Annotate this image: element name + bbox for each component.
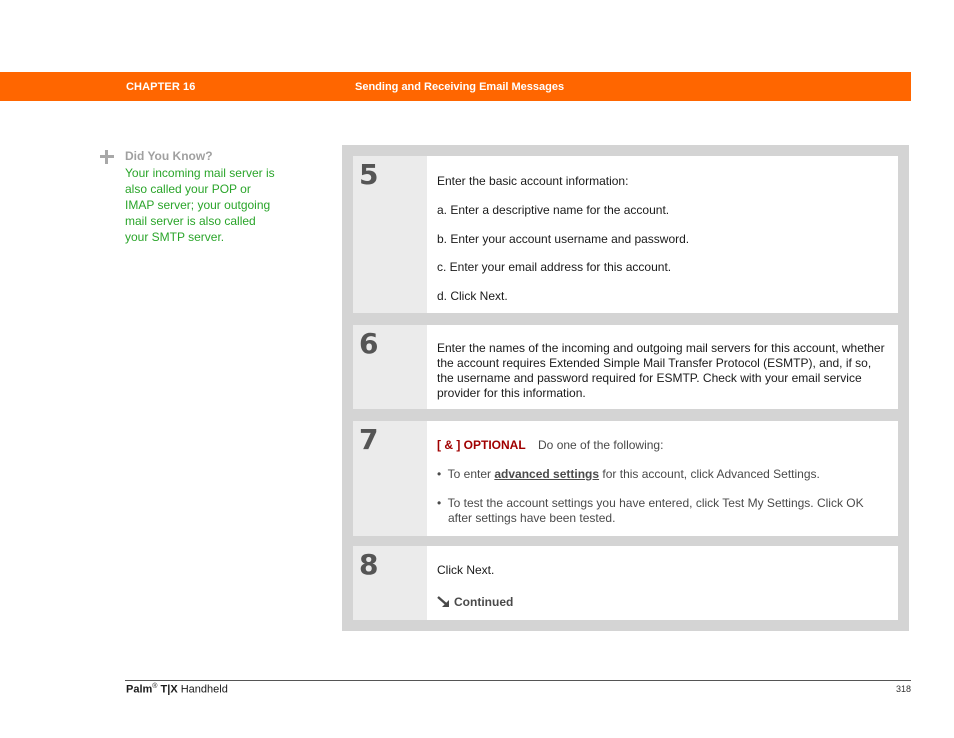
step-optional-line: [ & ] OPTIONAL Do one of the following: bbox=[437, 438, 888, 453]
model-name: T|X bbox=[160, 683, 178, 696]
step-text: Enter the names of the incoming and outg… bbox=[437, 341, 885, 400]
optional-tag: [ & ] OPTIONAL bbox=[437, 438, 526, 452]
steps-panel: 5 Enter the basic account information: a… bbox=[342, 145, 909, 631]
step-6: 6 Enter the names of the incoming and ou… bbox=[353, 325, 898, 409]
tip-body: Your incoming mail server is also called… bbox=[125, 166, 275, 244]
step-number-cell: 6 bbox=[353, 325, 427, 409]
step-8: 8 Click Next. Continued bbox=[353, 546, 898, 620]
step-content: Enter the basic account information: a. … bbox=[427, 156, 898, 313]
step-5: 5 Enter the basic account information: a… bbox=[353, 156, 898, 313]
step-intro: Enter the basic account information: bbox=[437, 174, 629, 188]
footer-product-name: Palm® T|X Handheld bbox=[126, 683, 228, 696]
advanced-settings-link[interactable]: advanced settings bbox=[494, 467, 599, 481]
bullet-glyph: • bbox=[437, 467, 442, 481]
step-number: 8 bbox=[359, 548, 379, 581]
step-number: 6 bbox=[359, 327, 379, 360]
step-number: 5 bbox=[359, 158, 379, 191]
bullet-text: for this account, click Advanced Setting… bbox=[599, 467, 820, 481]
brand-name: Palm bbox=[126, 683, 153, 696]
product-suffix: Handheld bbox=[177, 683, 228, 696]
chapter-label: CHAPTER 16 bbox=[126, 81, 196, 93]
footer-divider bbox=[125, 680, 911, 681]
step-content: Enter the names of the incoming and outg… bbox=[427, 325, 898, 409]
step-substep: a. Enter a descriptive name for the acco… bbox=[437, 203, 670, 217]
step-text: Click Next. bbox=[437, 563, 495, 577]
continued-label: Continued bbox=[454, 595, 514, 609]
registered-mark: ® bbox=[152, 683, 158, 690]
page-number: 318 bbox=[895, 684, 911, 694]
step-intro: Do one of the following: bbox=[538, 438, 664, 452]
bullet-text: To test the account settings you have en… bbox=[447, 496, 864, 525]
step-content: [ & ] OPTIONAL Do one of the following: … bbox=[427, 421, 898, 536]
arrow-down-right-icon bbox=[437, 596, 449, 607]
step-7: 7 [ & ] OPTIONAL Do one of the following… bbox=[353, 421, 898, 536]
plus-icon bbox=[100, 150, 114, 164]
chapter-title: Sending and Receiving Email Messages bbox=[355, 81, 565, 93]
step-number: 7 bbox=[359, 423, 379, 456]
bullet-text: To enter bbox=[447, 467, 495, 481]
tip-title: Did You Know? bbox=[125, 149, 213, 163]
step-bullet: • To enter advanced settings for this ac… bbox=[437, 467, 888, 482]
step-substep: b. Enter your account username and passw… bbox=[437, 232, 690, 246]
step-number-cell: 7 bbox=[353, 421, 427, 536]
step-substep: c. Enter your email address for this acc… bbox=[437, 260, 672, 274]
chapter-header-bar: CHAPTER 16 Sending and Receiving Email M… bbox=[0, 72, 911, 101]
bullet-glyph: • bbox=[437, 496, 442, 510]
step-number-cell: 5 bbox=[353, 156, 427, 313]
step-content: Click Next. Continued bbox=[427, 546, 898, 620]
continued-link[interactable]: Continued bbox=[437, 595, 888, 610]
step-substep: d. Click Next. bbox=[437, 289, 508, 303]
step-bullet: • To test the account settings you have … bbox=[437, 496, 888, 526]
step-number-cell: 8 bbox=[353, 546, 427, 620]
